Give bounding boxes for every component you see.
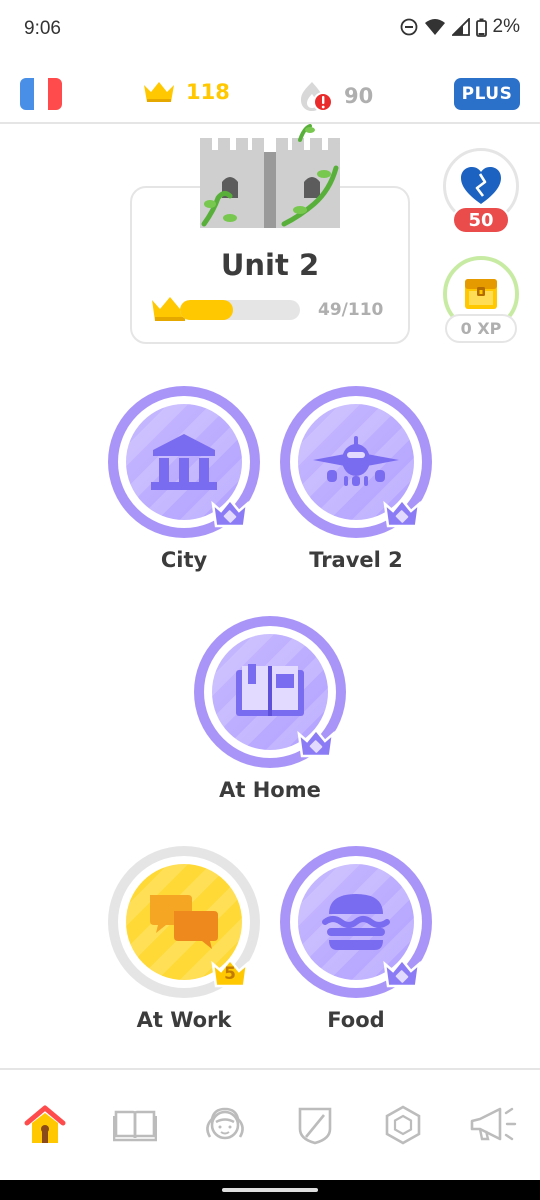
streak-count: 90 xyxy=(344,84,374,108)
nav-stories[interactable] xyxy=(110,1100,160,1150)
broken-heart-icon xyxy=(461,167,501,204)
crown-badge-icon xyxy=(383,958,421,988)
bank-building-icon xyxy=(151,434,217,490)
skill-label: Travel 2 xyxy=(309,548,403,572)
top-bar: 118 90 PLUS xyxy=(0,62,540,124)
do-not-disturb-icon xyxy=(400,18,417,36)
wifi-icon xyxy=(424,19,445,35)
leagues-shield-icon xyxy=(298,1107,332,1145)
signal-icon xyxy=(451,18,470,36)
skill-label: City xyxy=(160,548,208,572)
book-icon xyxy=(236,664,304,716)
system-gesture-bar xyxy=(0,1180,540,1200)
plus-button[interactable]: PLUS xyxy=(454,78,520,110)
unit-title: Unit 2 xyxy=(220,248,320,282)
unit-progress-bar xyxy=(180,300,300,320)
battery-icon xyxy=(475,18,487,37)
crowns-count: 118 xyxy=(186,80,230,104)
shop-gem-icon xyxy=(385,1105,421,1145)
battery-percent: 2% xyxy=(492,16,520,37)
streak-counter[interactable]: 90 xyxy=(298,80,373,112)
skill-label: At Home xyxy=(219,778,321,802)
crowns-counter[interactable]: 118 xyxy=(142,80,230,104)
skill-label: Food xyxy=(327,1008,385,1032)
burger-icon xyxy=(322,894,390,950)
gesture-handle[interactable] xyxy=(222,1188,318,1192)
unit-progress-text: 49/110 xyxy=(318,300,384,320)
megaphone-icon xyxy=(470,1107,517,1141)
crown-badge-icon xyxy=(211,498,249,528)
nav-home[interactable] xyxy=(20,1100,70,1150)
castle-icon xyxy=(200,124,340,228)
status-time: 9:06 xyxy=(24,18,61,39)
skill-label: At Work xyxy=(136,1008,232,1032)
nav-news[interactable] xyxy=(468,1100,518,1150)
treasure-chest-icon xyxy=(465,279,497,309)
chat-bubbles-icon xyxy=(150,895,218,949)
crown-level: 5 xyxy=(224,964,236,984)
crown-icon xyxy=(144,82,174,102)
french-flag-icon[interactable] xyxy=(20,78,62,110)
status-icons: 2% xyxy=(400,16,520,38)
nav-profile[interactable] xyxy=(200,1100,250,1150)
streak-broken-icon xyxy=(301,82,333,112)
airplane-icon xyxy=(313,436,399,486)
xp-counter: 0 XP xyxy=(445,314,517,343)
profile-icon xyxy=(206,1107,244,1140)
stories-icon xyxy=(113,1110,157,1142)
hearts-count: 50 xyxy=(452,206,510,234)
status-bar: 9:06 2% xyxy=(0,0,540,60)
nav-shop[interactable] xyxy=(378,1100,428,1150)
nav-leagues[interactable] xyxy=(290,1100,340,1150)
bottom-nav xyxy=(0,1068,540,1180)
crown-badge-icon xyxy=(383,498,421,528)
home-icon xyxy=(24,1105,66,1143)
crown-badge-icon xyxy=(297,728,335,758)
unit-progress-fill xyxy=(180,300,234,320)
